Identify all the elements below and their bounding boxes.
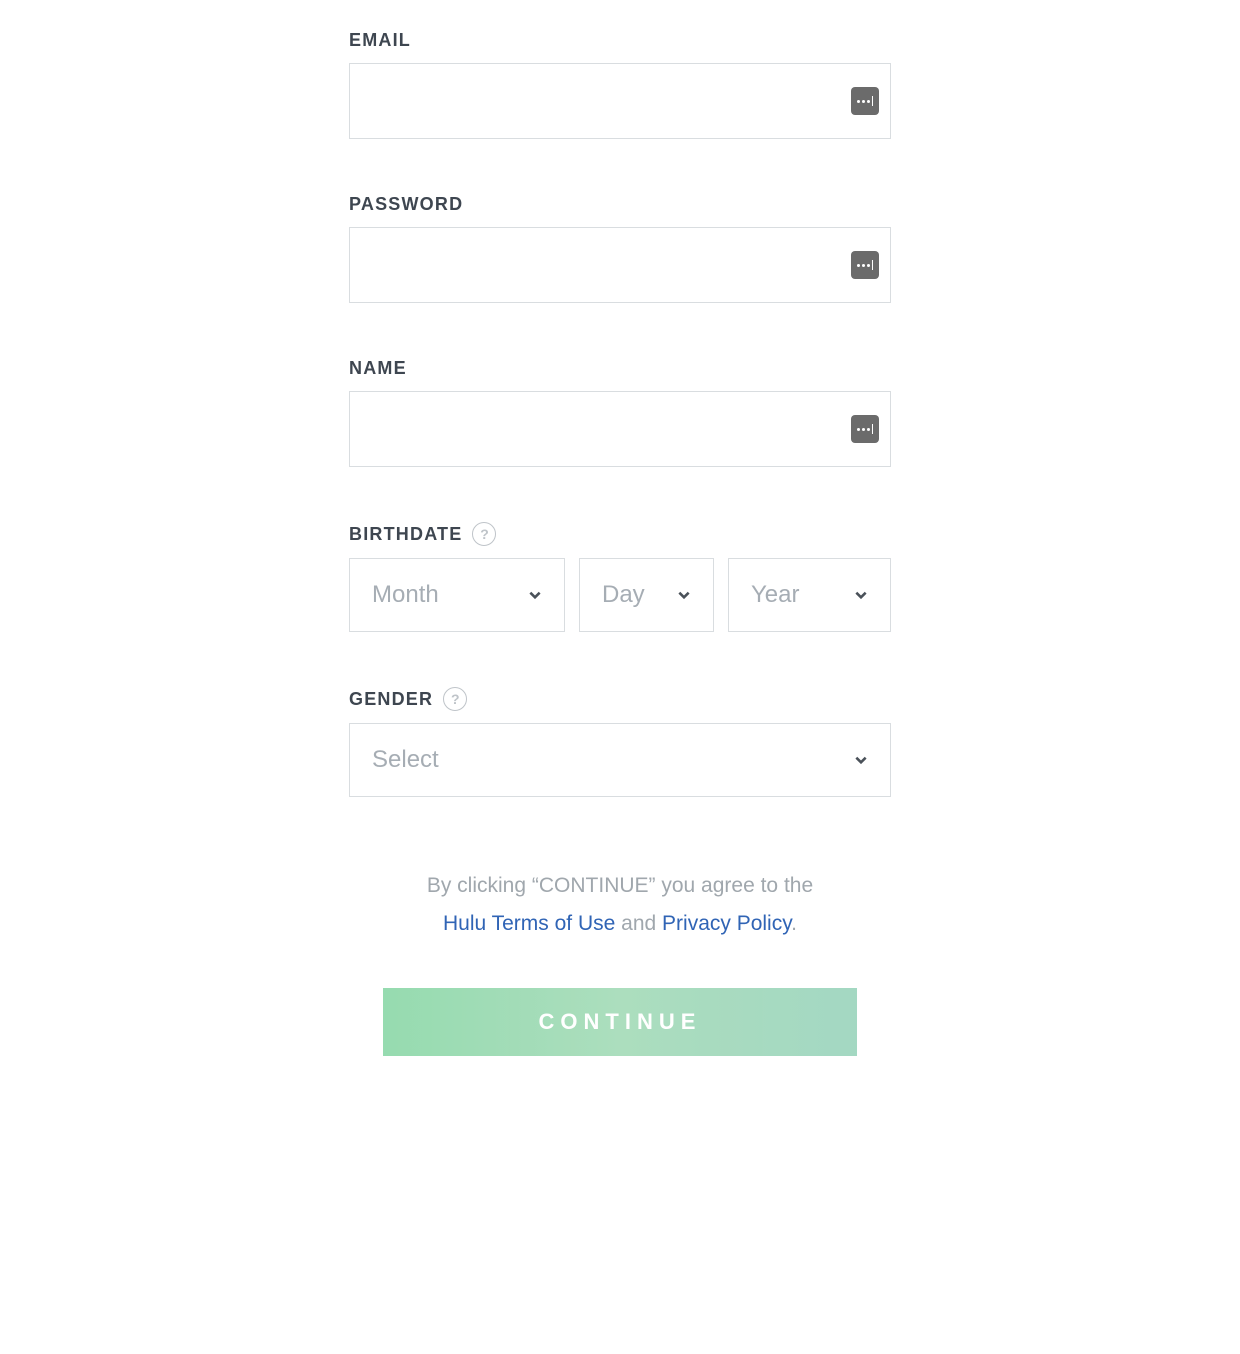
birthdate-year-select[interactable]: Year [728,558,891,632]
month-select-placeholder: Month [372,581,439,609]
birthdate-select-row: Month Day Year [349,558,891,632]
help-icon[interactable]: ? [472,522,496,546]
password-manager-icon[interactable] [851,251,879,279]
gender-label-row: GENDER ? [349,687,891,711]
gender-select[interactable]: Select [349,723,891,797]
day-select-placeholder: Day [602,581,645,609]
privacy-policy-link[interactable]: Privacy Policy [662,912,791,935]
birthdate-label-row: BIRTHDATE ? [349,522,891,546]
chevron-down-icon [677,588,691,602]
legal-text: By clicking “CONTINUE” you agree to the … [349,867,891,943]
email-field-group: EMAIL [349,30,891,139]
chevron-down-icon [854,753,868,767]
help-icon[interactable]: ? [443,687,467,711]
year-select-placeholder: Year [751,581,800,609]
password-field-group: PASSWORD [349,194,891,303]
name-field-group: NAME [349,358,891,467]
legal-and: and [615,912,662,935]
birthdate-field-group: BIRTHDATE ? Month Day [349,522,891,632]
name-label: NAME [349,358,891,379]
email-input[interactable] [349,63,891,139]
name-input[interactable] [349,391,891,467]
email-input-wrapper [349,63,891,139]
gender-label: GENDER [349,689,433,710]
birthdate-day-select[interactable]: Day [579,558,714,632]
gender-field-group: GENDER ? Select [349,687,891,797]
legal-prefix: By clicking “CONTINUE” you agree to the [427,874,813,897]
legal-suffix: . [791,912,797,935]
password-input[interactable] [349,227,891,303]
birthdate-label: BIRTHDATE [349,524,462,545]
continue-button[interactable]: CONTINUE [383,988,857,1056]
birthdate-month-select[interactable]: Month [349,558,565,632]
password-manager-icon[interactable] [851,87,879,115]
password-manager-icon[interactable] [851,415,879,443]
email-label: EMAIL [349,30,891,51]
chevron-down-icon [528,588,542,602]
name-input-wrapper [349,391,891,467]
password-input-wrapper [349,227,891,303]
password-label: PASSWORD [349,194,891,215]
signup-form: EMAIL PASSWORD NAME BIRTHDATE [349,30,891,1056]
chevron-down-icon [854,588,868,602]
gender-select-placeholder: Select [372,746,439,774]
terms-of-use-link[interactable]: Hulu Terms of Use [443,912,615,935]
